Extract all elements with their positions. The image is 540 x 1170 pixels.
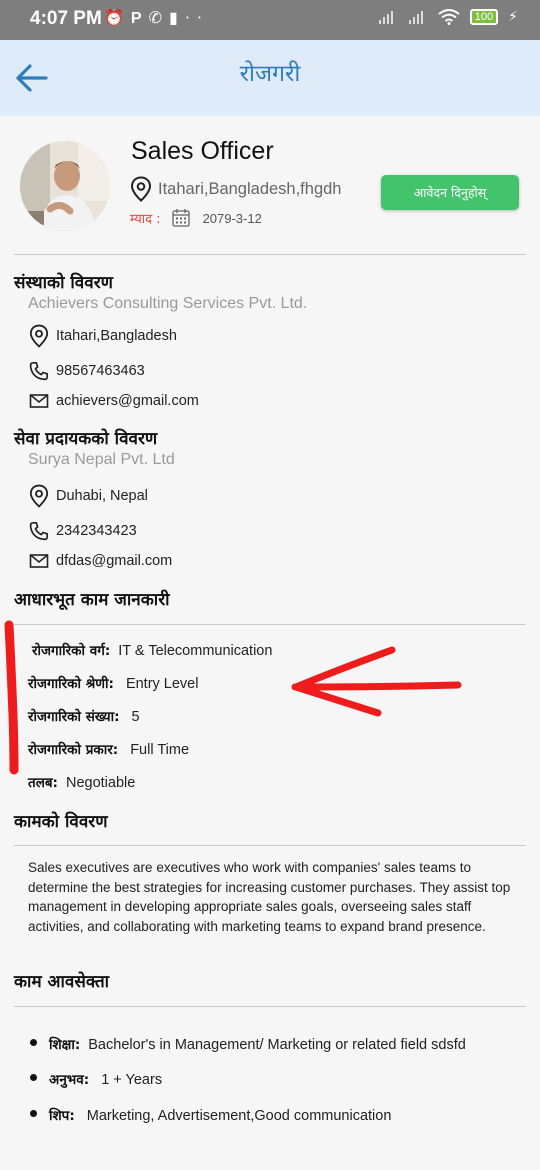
provider-name: Surya Nepal Pvt. Ltd	[28, 451, 175, 468]
info-row-category: रोजगारिको वर्ग: IT & Telecommunication	[32, 641, 272, 659]
organization-name: Achievers Consulting Services Pvt. Ltd.	[28, 295, 308, 312]
provider-email: dfdas@gmail.com	[56, 553, 173, 569]
organization-address-row: Itahari,Bangladesh	[28, 324, 177, 348]
p-icon: P	[130, 10, 149, 27]
calendar-icon	[171, 209, 190, 227]
phone-icon	[29, 521, 49, 541]
info-value: Entry Level	[125, 676, 199, 692]
description-heading: कामको विवरण	[14, 812, 108, 832]
info-row-salary: तलब: Negotiable	[28, 773, 135, 791]
organization-phone: 98567463463	[56, 363, 145, 379]
status-time: 4:07 PM	[30, 8, 102, 29]
job-location: Itahari,Bangladesh,fhgdh	[130, 176, 341, 202]
charging-icon: ⚡	[508, 9, 518, 25]
info-key: रोजगारिको श्रेणी:	[28, 676, 114, 692]
email-icon	[29, 554, 49, 568]
info-row-type: रोजगारिको प्रकार: Full Time	[28, 740, 189, 758]
provider-heading: सेवा प्रदायकको विवरण	[14, 429, 158, 449]
requirement-key: अनुभव:	[49, 1072, 90, 1088]
divider	[14, 1006, 526, 1007]
signal-icon	[408, 11, 423, 24]
bullet-icon	[30, 1074, 37, 1081]
status-right-icons: 100 ⚡	[378, 9, 518, 25]
info-key: रोजगारिको प्रकार:	[28, 742, 119, 758]
status-notification-icons: ⏰P✆▮··	[104, 8, 209, 28]
page-title: रोजगरी	[239, 61, 301, 87]
email-icon	[29, 394, 49, 408]
bullet-icon	[30, 1039, 37, 1046]
requirement-key: शिक्षा:	[49, 1037, 81, 1053]
basic-info-heading: आधारभूत काम जानकारी	[14, 590, 170, 610]
info-value: Negotiable	[65, 775, 136, 791]
location-pin-icon	[130, 176, 152, 202]
organization-address: Itahari,Bangladesh	[56, 328, 177, 344]
location-pin-icon	[29, 484, 49, 508]
wifi-icon	[438, 9, 460, 25]
requirement-value: 1 + Years	[101, 1072, 163, 1088]
divider	[14, 254, 526, 255]
deadline-date: 2079-3-12	[202, 210, 262, 226]
job-title: Sales Officer	[131, 137, 274, 165]
job-location-text: Itahari,Bangladesh,fhgdh	[158, 179, 342, 198]
requirements-heading: काम आवसेक्ता	[14, 972, 110, 992]
divider	[14, 845, 526, 846]
requirement-value: Marketing, Advertisement,Good communicat…	[86, 1108, 392, 1124]
location-pin-icon	[29, 324, 49, 348]
provider-address: Duhabi, Nepal	[56, 488, 148, 504]
provider-phone-row[interactable]: 2342343423	[28, 521, 137, 541]
phone-icon	[29, 361, 49, 381]
info-key: तलब:	[28, 775, 58, 791]
deadline: म्याद : 2079-3-12	[130, 208, 262, 228]
divider	[14, 624, 526, 625]
trash-icon: ▮	[169, 8, 185, 27]
requirement-education: शिक्षा: Bachelor's in Management/ Market…	[30, 1035, 466, 1053]
info-row-count: रोजगारिको संख्या: 5	[28, 707, 140, 725]
battery-icon: 100	[469, 9, 499, 25]
bullet-icon	[30, 1110, 37, 1117]
whatsapp-icon: ✆	[148, 8, 169, 27]
organization-phone-row[interactable]: 98567463463	[28, 361, 145, 381]
app-bar: रोजगरी	[0, 40, 540, 116]
provider-email-row[interactable]: dfdas@gmail.com	[28, 553, 172, 569]
company-avatar	[20, 141, 110, 231]
alarm-icon: ⏰	[104, 8, 131, 27]
requirement-value: Bachelor's in Management/ Marketing or r…	[88, 1037, 466, 1053]
apply-button[interactable]: आवेदन दिनुहोस्	[381, 175, 519, 210]
signal-icon	[378, 11, 393, 24]
organization-email: achievers@gmail.com	[56, 393, 199, 409]
organization-heading: संस्थाको विवरण	[14, 273, 113, 293]
more-dots-icon: ··	[184, 8, 209, 27]
deadline-label: म्याद :	[130, 212, 161, 227]
requirement-experience: अनुभव: 1 + Years	[30, 1070, 162, 1088]
info-row-level: रोजगारिको श्रेणी: Entry Level	[28, 674, 198, 692]
info-value: IT & Telecommunication	[118, 643, 273, 659]
info-key: रोजगारिको संख्या:	[28, 709, 120, 725]
requirement-skills: शिप: Marketing, Advertisement,Good commu…	[30, 1106, 391, 1124]
organization-email-row[interactable]: achievers@gmail.com	[28, 393, 199, 409]
info-value: Full Time	[130, 742, 190, 758]
provider-address-row: Duhabi, Nepal	[28, 484, 148, 508]
status-bar: 4:07 PM ⏰P✆▮·· 100 ⚡	[0, 0, 540, 40]
job-description: Sales executives are executives who work…	[28, 860, 511, 934]
info-value: 5	[131, 709, 140, 725]
requirement-key: शिप:	[49, 1108, 75, 1124]
info-key: रोजगारिको वर्ग:	[32, 643, 111, 659]
provider-phone: 2342343423	[56, 523, 137, 539]
